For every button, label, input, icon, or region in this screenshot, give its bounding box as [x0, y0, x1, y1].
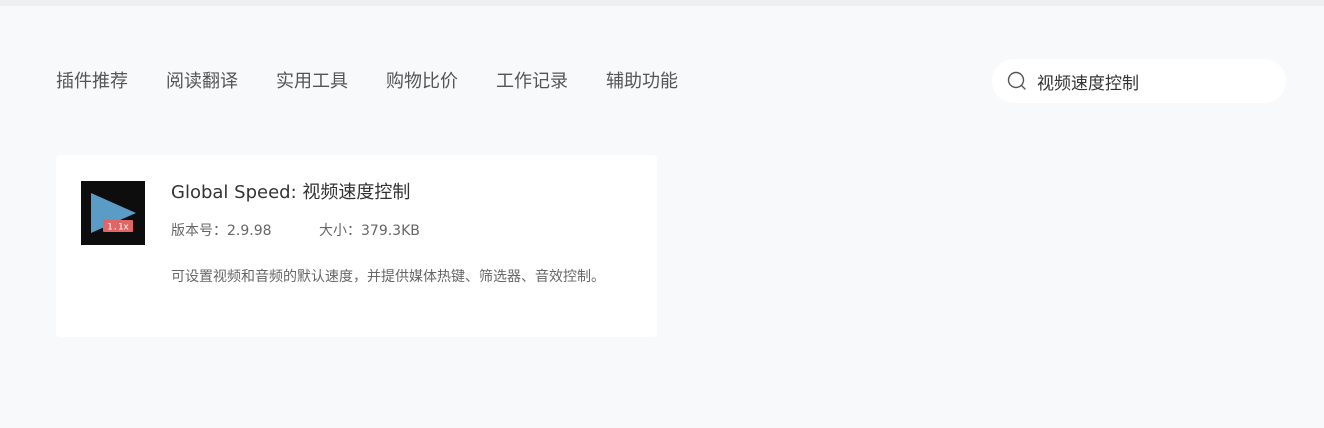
nav-item-shopping-compare[interactable]: 购物比价 — [386, 69, 458, 95]
extension-meta: 版本号：2.9.98 大小：379.3KB — [171, 221, 420, 241]
search-input[interactable] — [1037, 59, 1272, 103]
speed-badge-text: 1.1x — [107, 223, 129, 233]
extension-description: 可设置视频和音频的默认速度，并提供媒体热键、筛选器、音效控制。 — [171, 269, 605, 285]
category-nav: 插件推荐 阅读翻译 实用工具 购物比价 工作记录 辅助功能 — [56, 69, 678, 95]
extension-title[interactable]: Global Speed: 视频速度控制 — [171, 181, 410, 205]
search-box[interactable] — [992, 59, 1286, 103]
search-icon[interactable] — [1007, 71, 1027, 91]
nav-item-work-records[interactable]: 工作记录 — [496, 69, 568, 95]
extension-size: 大小：379.3KB — [319, 223, 420, 239]
nav-item-accessibility[interactable]: 辅助功能 — [606, 69, 678, 95]
nav-item-reading-translation[interactable]: 阅读翻译 — [166, 69, 238, 95]
extension-card[interactable]: 1.1x Global Speed: 视频速度控制 版本号：2.9.98 大小：… — [56, 155, 657, 337]
extension-version: 版本号：2.9.98 — [171, 223, 272, 239]
nav-item-practical-tools[interactable]: 实用工具 — [276, 69, 348, 95]
top-strip — [0, 0, 1324, 6]
nav-item-plugin-recommend[interactable]: 插件推荐 — [56, 69, 128, 95]
play-speed-icon[interactable]: 1.1x — [81, 181, 145, 245]
